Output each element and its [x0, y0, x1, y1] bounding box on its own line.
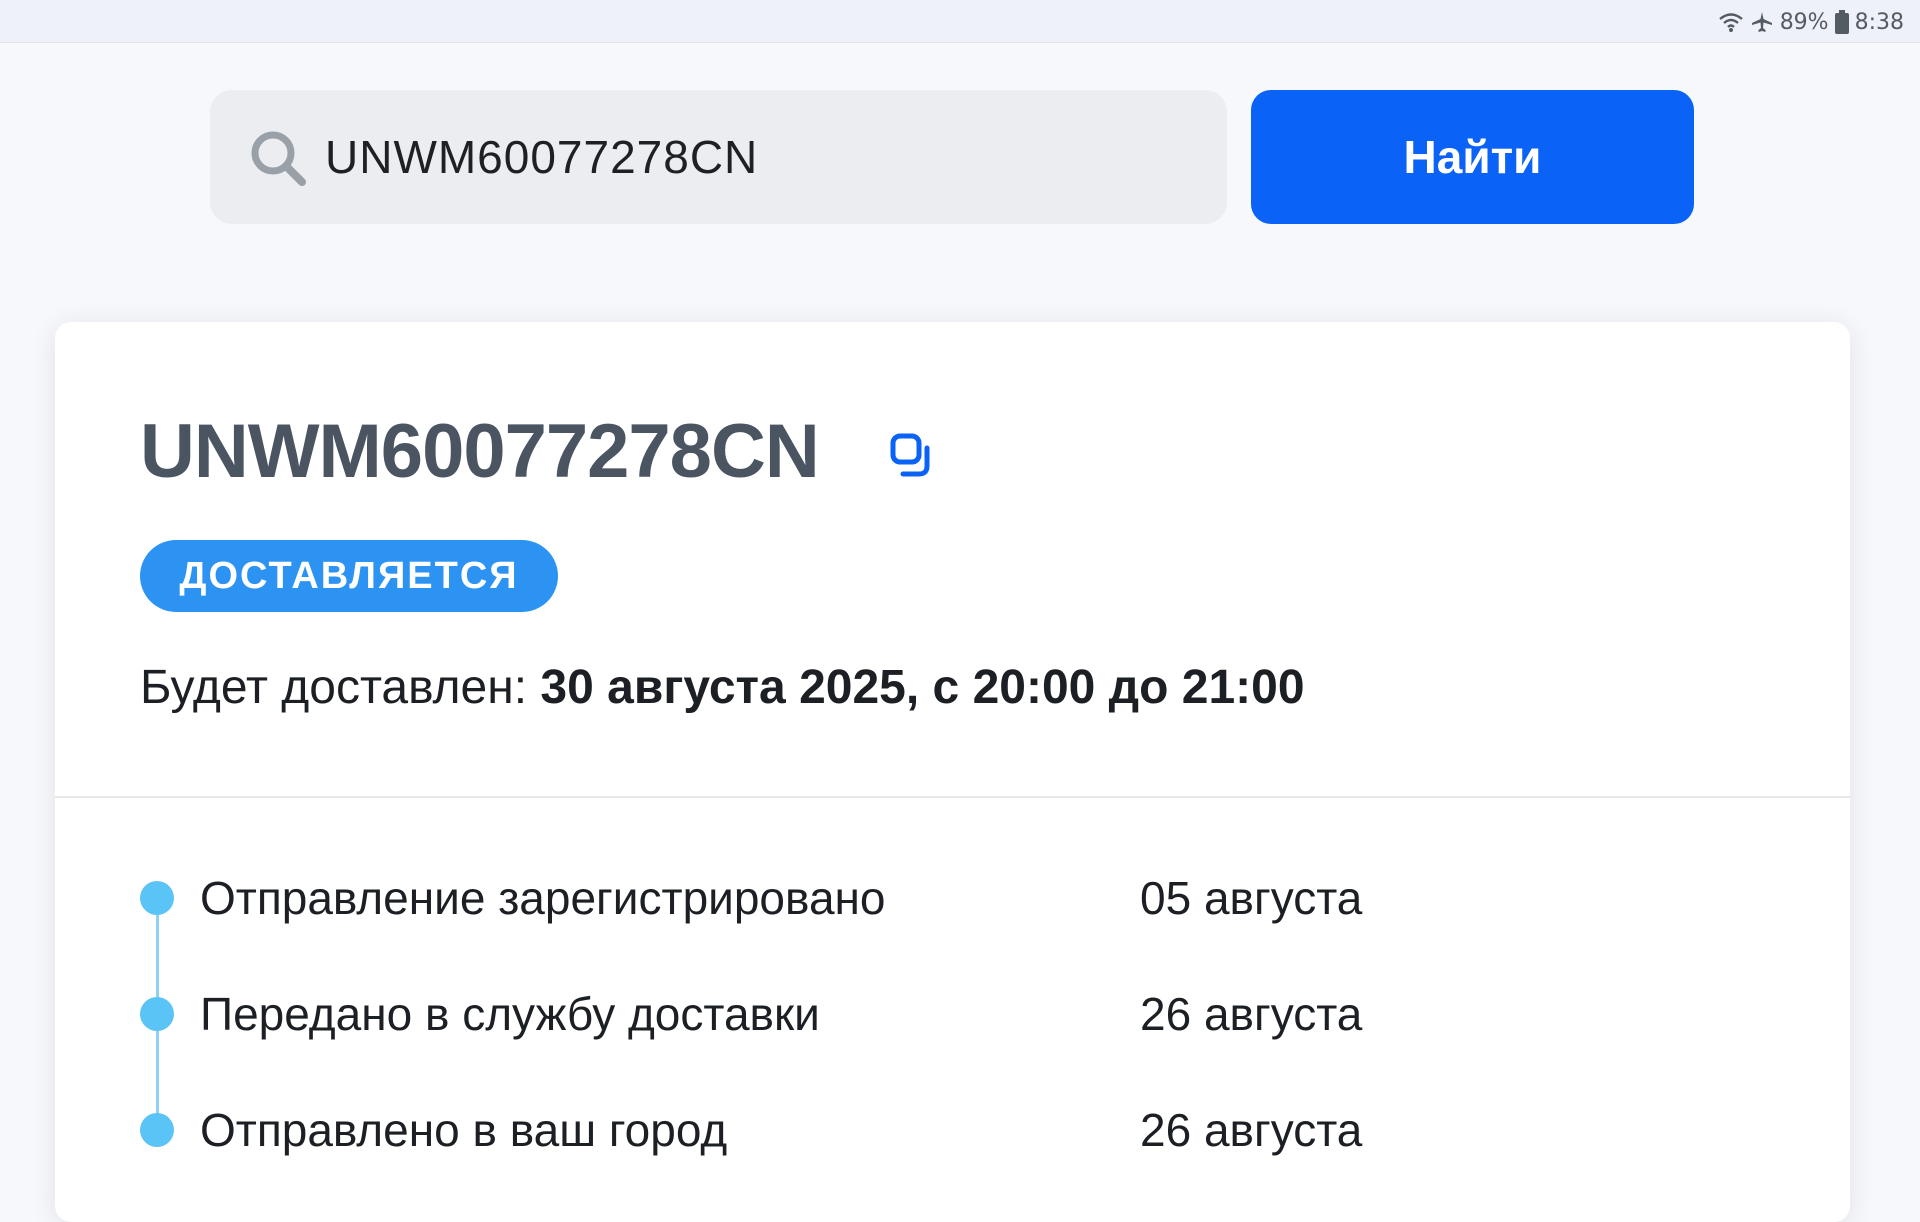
timeline-event: Отправлено в ваш город 26 августа	[140, 1095, 1640, 1165]
timeline-dot	[140, 1113, 174, 1147]
battery-icon	[1834, 10, 1849, 34]
clock: 8:38	[1854, 9, 1904, 35]
status-indicators: 89% 8:38	[1718, 8, 1904, 36]
status-bar: 89% 8:38	[0, 0, 1920, 43]
search-icon	[248, 128, 308, 188]
eta-value: 30 августа 2025, с 20:00 до 21:00	[540, 661, 1305, 714]
event-date: 26 августа	[1140, 988, 1363, 1040]
search-button[interactable]: Найти	[1251, 90, 1694, 224]
tracking-number: UNWM60077278CN	[140, 409, 820, 494]
search-input[interactable]	[325, 90, 1185, 224]
divider	[55, 796, 1850, 798]
event-label: Передано в службу доставки	[200, 988, 820, 1040]
event-label: Отправлено в ваш город	[200, 1104, 728, 1156]
event-date: 05 августа	[1140, 872, 1363, 924]
status-badge: ДОСТАВЛЯЕТСЯ	[140, 540, 558, 612]
event-label: Отправление зарегистрировано	[200, 872, 886, 924]
timeline-dot	[140, 881, 174, 915]
airplane-icon	[1750, 10, 1774, 34]
search-box[interactable]	[210, 90, 1227, 224]
event-date: 26 августа	[1140, 1104, 1363, 1156]
battery-percent: 89%	[1779, 9, 1829, 35]
copy-icon[interactable]	[889, 432, 937, 480]
wifi-icon	[1718, 11, 1744, 33]
shipment-card: UNWM60077278CN ДОСТАВЛЯЕТСЯ Будет достав…	[55, 322, 1850, 1222]
timeline-event: Передано в службу доставки 26 августа	[140, 979, 1640, 1049]
timeline-dot	[140, 997, 174, 1031]
timeline-event: Отправление зарегистрировано 05 августа	[140, 863, 1640, 933]
delivery-estimate: Будет доставлен: 30 августа 2025, с 20:0…	[140, 660, 1305, 715]
eta-label: Будет доставлен:	[140, 661, 528, 714]
